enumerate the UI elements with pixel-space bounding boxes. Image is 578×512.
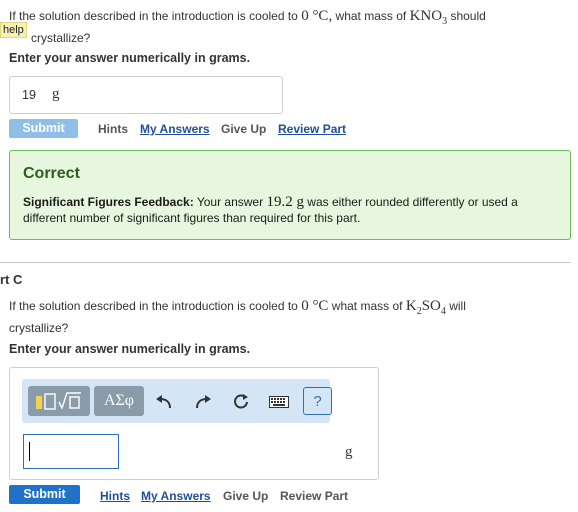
part-c-instruction: Enter your answer numerically in grams. <box>9 342 251 356</box>
compound-formula: KNO3 <box>409 8 448 27</box>
compound-formula: K2SO4 <box>405 298 446 317</box>
feedback-label: Significant Figures Feedback: <box>23 195 194 209</box>
section-divider <box>0 262 571 263</box>
question-text: If the solution described in the introdu… <box>9 299 298 313</box>
hints-label: Hints <box>98 122 128 136</box>
part-c-question: If the solution described in the introdu… <box>9 298 549 336</box>
submit-button-disabled: Submit <box>9 119 78 138</box>
greek-symbols-button[interactable]: ΑΣφ <box>94 386 144 416</box>
review-part-label: Review Part <box>280 489 349 503</box>
templates-button[interactable] <box>28 386 90 416</box>
part-b-question: If the solution described in the introdu… <box>9 8 549 46</box>
question-text-mid: what mass of <box>331 299 403 313</box>
keyboard-icon[interactable] <box>267 391 291 413</box>
question-text-suffix: will <box>449 299 466 313</box>
templates-icon <box>36 392 81 410</box>
correct-feedback-panel: Correct Significant Figures Feedback: Yo… <box>9 150 571 240</box>
reset-icon[interactable] <box>230 391 252 413</box>
feedback-title: Correct <box>23 165 80 182</box>
feedback-message: Significant Figures Feedback: Your answe… <box>23 194 518 225</box>
math-toolbar: ΑΣφ ? <box>22 379 332 423</box>
answer-input[interactable] <box>23 434 119 469</box>
question-text-mid: what mass of <box>335 9 407 23</box>
review-part-link[interactable]: Review Part <box>278 122 346 136</box>
submit-button[interactable]: Submit <box>9 485 80 504</box>
give-up-label: Give Up <box>221 122 267 136</box>
help-tag[interactable]: help <box>0 22 27 38</box>
part-b-answer-box: 19 g <box>9 76 283 114</box>
answer-value: 19 <box>22 88 36 102</box>
question-text-line2: crystallize? <box>9 321 69 335</box>
question-text-suffix: should <box>450 9 486 23</box>
part-b-instruction: Enter your answer numerically in grams. <box>9 51 251 65</box>
text-caret <box>29 442 30 461</box>
undo-icon[interactable] <box>153 391 175 413</box>
feedback-value: 19.2 g <box>266 194 304 210</box>
answer-unit: g <box>52 86 60 102</box>
hints-link[interactable]: Hints <box>100 489 130 503</box>
temperature-value: 0 °C, <box>301 8 333 24</box>
answer-editor: ΑΣφ ? g <box>9 367 379 480</box>
temperature-value: 0 °C <box>301 298 329 314</box>
my-answers-link[interactable]: My Answers <box>140 122 210 136</box>
question-text: If the solution described in the introdu… <box>9 9 298 23</box>
answer-unit: g <box>345 444 353 460</box>
part-c-label: rt C <box>0 272 23 287</box>
give-up-label: Give Up <box>223 489 269 503</box>
help-button[interactable]: ? <box>303 387 332 415</box>
my-answers-link[interactable]: My Answers <box>141 489 211 503</box>
redo-icon[interactable] <box>192 391 214 413</box>
